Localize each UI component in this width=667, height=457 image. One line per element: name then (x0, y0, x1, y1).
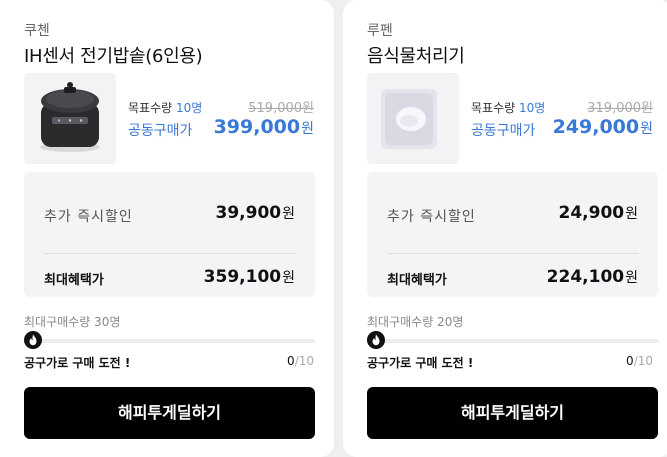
divider (387, 253, 638, 254)
extra-discount-amount: 39,900 (215, 203, 282, 223)
original-price-value: 319,000 (587, 101, 642, 116)
benefit-box: 추가 즉시할인 39,900원 최대혜택가 359,100원 (24, 172, 315, 297)
currency-unit: 원 (641, 101, 653, 116)
divider (44, 253, 295, 254)
participant-count: 0/10 (287, 354, 314, 368)
goal-count: 10명 (176, 101, 203, 115)
total-count: /10 (294, 354, 314, 368)
extra-discount-amount: 24,900 (558, 203, 625, 223)
max-benefit-label: 최대혜택가 (44, 273, 104, 288)
product-image[interactable] (24, 73, 116, 164)
max-purchase-text: 최대구매수량 20명 (367, 315, 464, 329)
product-card: 루펜 음식물처리기 목표수량 10명 319,000원 공동구매가 249,00… (343, 0, 667, 457)
original-price: 519,000원 (248, 97, 314, 116)
original-price: 319,000원 (587, 97, 653, 116)
currency-unit: 원 (625, 206, 638, 222)
product-name[interactable]: 음식물처리기 (367, 42, 465, 68)
current-count: 0 (626, 354, 634, 368)
currency-unit: 원 (302, 101, 314, 116)
happy-together-deal-button[interactable]: 해피투게딜하기 (24, 387, 315, 439)
max-benefit-label: 최대혜택가 (387, 273, 447, 288)
current-count: 0 (287, 354, 295, 368)
rice-cooker-icon (40, 82, 100, 152)
brand-name: 루펜 (367, 23, 393, 39)
groupbuy-price-value: 399,000 (213, 116, 301, 138)
extra-discount-label: 추가 즉시할인 (387, 209, 476, 225)
goal-quantity: 목표수량 10명 (128, 99, 202, 116)
challenge-text: 공구가로 구매 도전 ! (24, 356, 131, 370)
fire-icon (367, 331, 385, 349)
goal-count: 10명 (519, 101, 546, 115)
food-waste-disposer-icon (381, 89, 437, 149)
brand-name: 쿠첸 (24, 23, 50, 39)
product-card: 쿠첸 IH센서 전기밥솥(6인용) 목표수량 10명 519,000원 공동구매… (0, 0, 334, 457)
groupbuy-price: 249,000원 (553, 116, 653, 138)
progress-track (24, 339, 315, 343)
groupbuy-label: 공동구매가 (471, 123, 536, 139)
original-price-value: 519,000 (248, 101, 303, 116)
extra-discount-value: 24,900원 (559, 203, 639, 223)
challenge-text: 공구가로 구매 도전 ! (367, 356, 474, 370)
currency-unit: 원 (640, 121, 653, 137)
extra-discount-value: 39,900원 (216, 203, 296, 223)
currency-unit: 원 (301, 121, 314, 137)
max-benefit-amount: 359,100 (203, 267, 282, 287)
participant-count: 0/10 (626, 354, 653, 368)
extra-discount-label: 추가 즉시할인 (44, 209, 133, 225)
max-purchase-text: 최대구매수량 30명 (24, 315, 121, 329)
groupbuy-price: 399,000원 (214, 116, 314, 138)
benefit-box: 추가 즉시할인 24,900원 최대혜택가 224,100원 (367, 172, 658, 297)
goal-label: 목표수량 (471, 101, 516, 115)
max-benefit-value: 359,100원 (204, 267, 295, 287)
currency-unit: 원 (282, 206, 295, 222)
goal-label: 목표수량 (128, 101, 173, 115)
product-image[interactable] (367, 73, 459, 164)
happy-together-deal-button[interactable]: 해피투게딜하기 (367, 387, 658, 439)
max-benefit-amount: 224,100 (546, 267, 625, 287)
groupbuy-price-value: 249,000 (552, 116, 640, 138)
fire-icon (24, 331, 42, 349)
goal-quantity: 목표수량 10명 (471, 99, 545, 116)
max-benefit-value: 224,100원 (547, 267, 638, 287)
total-count: /10 (633, 354, 653, 368)
currency-unit: 원 (625, 270, 638, 286)
progress-track (367, 339, 658, 343)
currency-unit: 원 (282, 270, 295, 286)
groupbuy-label: 공동구매가 (128, 123, 193, 139)
product-name[interactable]: IH센서 전기밥솥(6인용) (24, 42, 203, 68)
